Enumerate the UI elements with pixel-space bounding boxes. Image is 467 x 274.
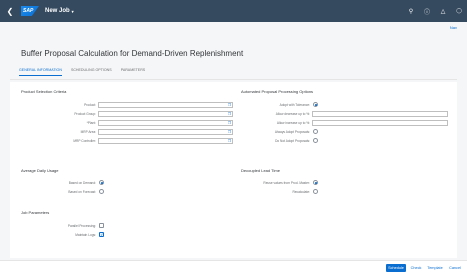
app-title-menu[interactable]: New Job ▾ (45, 8, 74, 14)
reuse-values-label: Reuse values from Prod. Master: (263, 181, 310, 185)
help-icon[interactable]: ⓘ (423, 7, 431, 16)
plant-label: *Plant: (86, 121, 96, 125)
tab-divider (10, 79, 457, 80)
value-help-icon[interactable]: ❐ (228, 121, 231, 125)
tab-scheduling-options[interactable]: SCHEDULING OPTIONS (71, 68, 112, 76)
recalculate-radio[interactable] (313, 189, 318, 194)
mrp-area-label: MRP Area: (80, 130, 96, 134)
adopt-tolerance-radio[interactable] (313, 102, 318, 107)
maintain-logs-checkbox[interactable]: ✓ (99, 232, 104, 237)
nav-link[interactable]: Nav (450, 25, 457, 30)
mrp-controller-label: MRP Controller: (73, 139, 96, 143)
allow-decrease-input[interactable] (312, 111, 448, 117)
job-parameters-title: Job Parameters (21, 210, 50, 215)
notification-bell-icon[interactable]: △ (439, 8, 447, 15)
check-button[interactable]: Check (409, 264, 423, 272)
maintain-logs-label: Maintain Logs: (75, 233, 96, 237)
parallel-processing-checkbox[interactable] (99, 223, 104, 228)
tab-bar: GENERAL INFORMATION SCHEDULING OPTIONS P… (19, 68, 145, 76)
average-daily-usage-title: Average Daily Usage (21, 168, 59, 173)
allow-decrease-label: Allow decrease up to %: (275, 112, 310, 116)
product-input[interactable]: ❐ (98, 102, 233, 108)
mrp-area-input[interactable]: ❐ (98, 129, 233, 135)
based-on-demand-label: Based on Demand: (68, 181, 96, 185)
form-panel: Product Selection Criteria Product: ❐ Pr… (10, 82, 457, 258)
logo-text: SAP (23, 8, 34, 14)
do-not-adopt-label: Do Not Adopt Proposals: (275, 139, 310, 143)
adopt-tolerance-label: Adopt with Tolerance: (279, 103, 310, 107)
sap-logo[interactable]: SAP (21, 6, 39, 16)
shell-bar: ❮ SAP New Job ▾ ⚲ ⓘ △ ◯ (0, 0, 467, 22)
plant-input[interactable]: ❐ (98, 120, 233, 126)
allow-increase-input[interactable] (312, 120, 448, 126)
user-avatar[interactable]: ◯ (455, 8, 463, 14)
product-group-input[interactable]: ❐ (98, 111, 233, 117)
product-group-label: Product Group: (74, 112, 96, 116)
parallel-processing-label: Parallel Processing: (67, 224, 96, 228)
product-label: Product: (84, 103, 96, 107)
always-adopt-radio[interactable] (313, 129, 318, 134)
automated-proposal-title: Automated Proposal Processing Options (241, 89, 314, 94)
tab-parameters[interactable]: PARAMETERS (121, 68, 146, 76)
based-on-forecast-label: Based on Forecast: (68, 190, 96, 194)
template-button[interactable]: Template (425, 264, 445, 272)
value-help-icon[interactable]: ❐ (228, 103, 231, 107)
allow-increase-label: Allow increase up to %: (276, 121, 310, 125)
page-title: Buffer Proposal Calculation for Demand-D… (21, 49, 244, 58)
always-adopt-label: Always Adopt Proposals: (274, 130, 310, 134)
reuse-values-radio[interactable] (313, 180, 318, 185)
schedule-button[interactable]: Schedule (386, 264, 406, 272)
recalculate-label: Recalculate: (292, 190, 310, 194)
decoupled-lead-time-title: Decoupled Lead Time (241, 168, 280, 173)
based-on-forecast-radio[interactable] (99, 189, 104, 194)
value-help-icon[interactable]: ❐ (228, 112, 231, 116)
app-title: New Job (45, 8, 70, 14)
footer-toolbar: Schedule Check Template Cancel (0, 260, 467, 274)
chevron-down-icon: ▾ (71, 8, 74, 14)
value-help-icon[interactable]: ❐ (228, 130, 231, 134)
do-not-adopt-radio[interactable] (313, 138, 318, 143)
mrp-controller-input[interactable]: ❐ (98, 138, 233, 144)
value-help-icon[interactable]: ❐ (228, 139, 231, 143)
checkmark-icon: ✓ (100, 231, 104, 237)
tab-general-information[interactable]: GENERAL INFORMATION (19, 68, 62, 76)
based-on-demand-radio[interactable] (99, 180, 104, 185)
search-icon[interactable]: ⚲ (407, 8, 415, 15)
product-selection-title: Product Selection Criteria (21, 89, 67, 94)
cancel-button[interactable]: Cancel (447, 264, 463, 272)
back-icon[interactable]: ❮ (3, 7, 17, 16)
